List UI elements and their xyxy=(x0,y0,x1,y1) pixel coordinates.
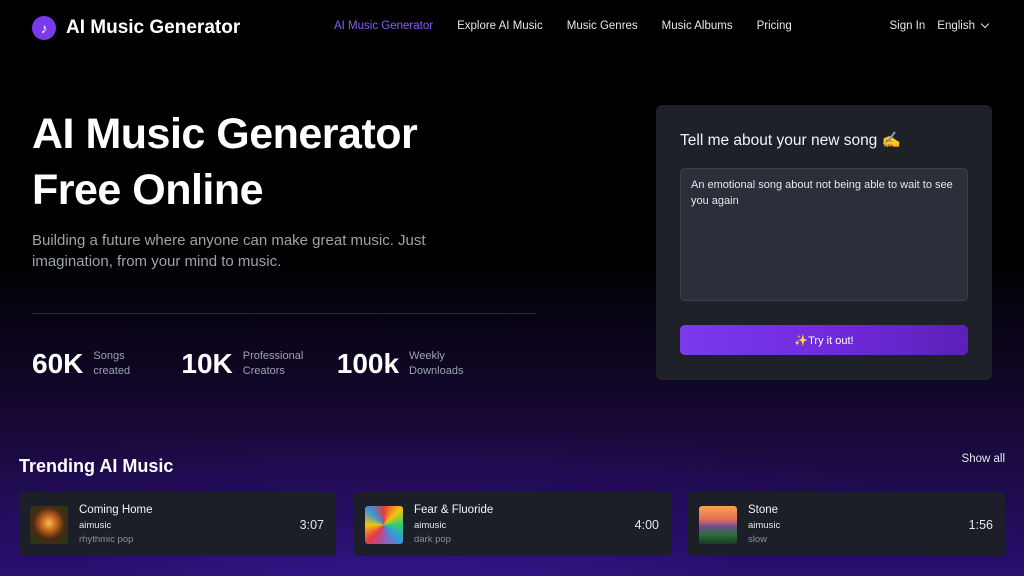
song-description-input[interactable]: An emotional song about not being able t… xyxy=(680,168,968,301)
main-nav: AI Music Generator Explore AI Music Musi… xyxy=(334,20,816,32)
logo-text: AI Music Generator xyxy=(66,17,241,38)
track-title: Stone xyxy=(748,504,779,516)
stats-row: 60K Songs created 10K Professional Creat… xyxy=(32,348,497,380)
stat-songs: 60K Songs created xyxy=(32,348,157,380)
nav-ai-music-generator[interactable]: AI Music Generator xyxy=(334,20,433,32)
chevron-down-icon xyxy=(980,19,990,29)
nav-music-genres[interactable]: Music Genres xyxy=(567,20,638,32)
track-cover-image xyxy=(30,506,68,544)
nav-pricing[interactable]: Pricing xyxy=(757,20,792,32)
language-selector[interactable]: English xyxy=(937,19,990,32)
hero-title-line1: AI Music Generator xyxy=(32,110,418,158)
stat-value: 60K xyxy=(32,348,84,379)
track-duration: 4:00 xyxy=(634,518,659,532)
nav-explore-ai-music[interactable]: Explore AI Music xyxy=(457,20,543,32)
track-card[interactable]: Stone aimusic slow 1:56 xyxy=(688,492,1005,556)
track-cover-image xyxy=(365,506,403,544)
track-genre: rhythmic pop xyxy=(79,534,134,545)
stat-creators: 10K Professional Creators xyxy=(181,348,312,380)
hero-title: AI Music Generator Free Online xyxy=(32,106,418,218)
stat-label: Songs created xyxy=(93,350,131,377)
hero-title-line2: Free Online xyxy=(32,166,264,214)
hero-divider xyxy=(32,313,536,314)
music-note-icon: ♪ xyxy=(32,16,56,40)
track-title: Fear & Fluoride xyxy=(414,504,494,516)
hero-subtitle: Building a future where anyone can make … xyxy=(32,232,426,270)
trending-title: Trending AI Music xyxy=(19,456,174,476)
track-duration: 3:07 xyxy=(299,518,324,532)
site-header: ♪ AI Music Generator AI Music Generator … xyxy=(0,0,1024,56)
header-actions: Sign In English xyxy=(889,19,990,32)
track-genre: slow xyxy=(748,534,768,545)
sign-in-link[interactable]: Sign In xyxy=(889,20,925,32)
track-cover-image xyxy=(699,506,737,544)
track-artist: aimusic xyxy=(79,520,112,531)
logo[interactable]: ♪ AI Music Generator xyxy=(32,16,240,40)
nav-music-albums[interactable]: Music Albums xyxy=(662,20,733,32)
track-card[interactable]: Coming Home aimusic rhythmic pop 3:07 xyxy=(19,492,336,556)
stat-downloads: 100k Weekly Downloads xyxy=(337,348,473,380)
song-card-title: Tell me about your new song ✍️ xyxy=(680,132,901,149)
language-label: English xyxy=(937,20,975,32)
track-artist: aimusic xyxy=(414,520,447,531)
show-all-link[interactable]: Show all xyxy=(962,453,1005,465)
track-duration: 1:56 xyxy=(968,518,993,532)
stat-label: Professional Creators xyxy=(242,350,304,377)
track-title: Coming Home xyxy=(79,504,153,516)
stat-value: 100k xyxy=(336,348,400,379)
stat-label: Weekly Downloads xyxy=(409,350,464,377)
track-genre: dark pop xyxy=(414,534,451,545)
song-prompt-card: Tell me about your new song ✍️ An emotio… xyxy=(656,105,992,380)
track-artist: aimusic xyxy=(748,520,781,531)
track-card[interactable]: Fear & Fluoride aimusic dark pop 4:00 xyxy=(354,492,671,556)
stat-value: 10K xyxy=(181,348,233,379)
try-it-out-button[interactable]: ✨Try it out! xyxy=(680,325,968,355)
